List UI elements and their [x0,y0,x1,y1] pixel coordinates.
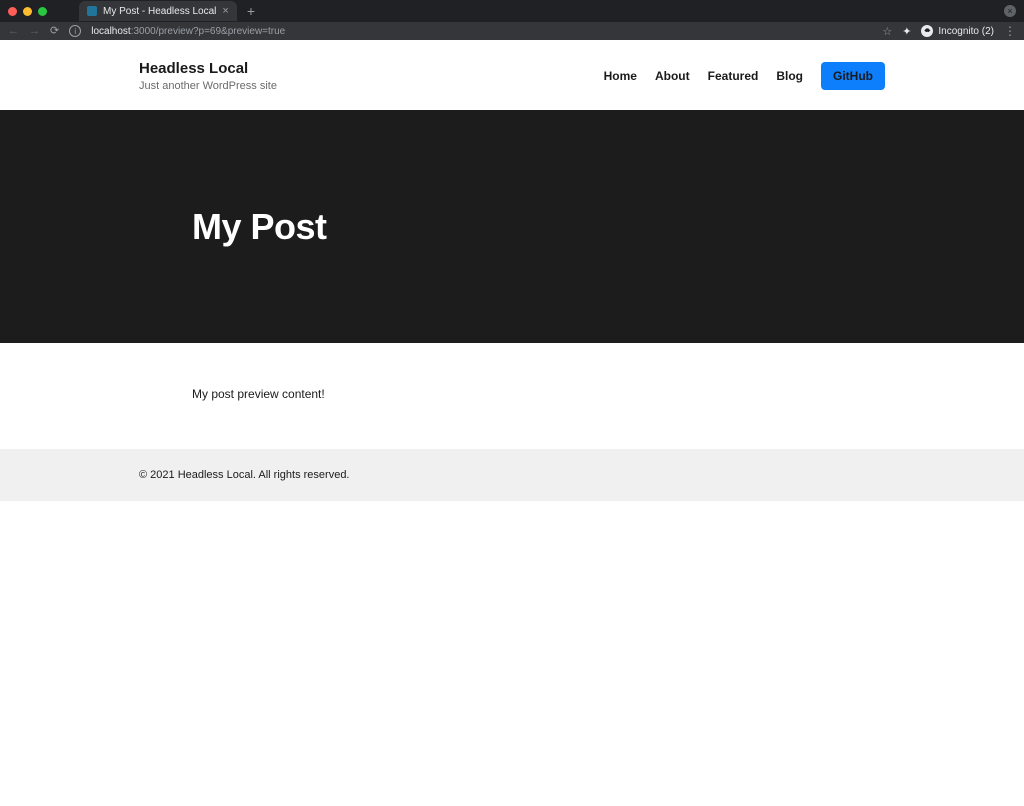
footer-copyright: © 2021 Headless Local. All rights reserv… [139,469,885,481]
incognito-label: Incognito (2) [938,26,994,37]
hero: My Post [0,110,1024,343]
browser-tab[interactable]: My Post - Headless Local × [79,1,237,21]
close-tab-icon[interactable]: × [222,6,228,17]
minimize-window-icon[interactable] [23,7,32,16]
close-window-icon[interactable] [8,7,17,16]
browser-toolbar: ← → ⟳ i localhost:3000/preview?p=69&prev… [0,22,1024,40]
address-host: localhost [91,26,130,37]
tab-overflow-icon[interactable]: × [1004,5,1016,17]
site-header: Headless Local Just another WordPress si… [0,40,1024,110]
nav-blog[interactable]: Blog [776,69,803,83]
nav-about[interactable]: About [655,69,690,83]
maximize-window-icon[interactable] [38,7,47,16]
site-footer: © 2021 Headless Local. All rights reserv… [0,449,1024,501]
site-tagline: Just another WordPress site [139,80,277,92]
new-tab-button[interactable]: + [247,4,255,18]
favicon-icon [87,6,97,16]
incognito-icon [921,25,933,37]
bookmark-icon[interactable]: ☆ [882,25,892,38]
page: Headless Local Just another WordPress si… [0,40,1024,501]
nav-github-button[interactable]: GitHub [821,62,885,90]
primary-nav: Home About Featured Blog GitHub [604,62,885,90]
forward-button[interactable]: → [29,26,40,37]
browser-chrome: My Post - Headless Local × + × ← → ⟳ i l… [0,0,1024,40]
post-body: My post preview content! [192,387,832,401]
reload-button[interactable]: ⟳ [50,26,59,37]
site-title[interactable]: Headless Local [139,60,277,77]
post-title: My Post [192,206,832,248]
tab-title: My Post - Headless Local [103,6,216,17]
address-bar[interactable]: localhost:3000/preview?p=69&preview=true [91,26,285,37]
nav-home[interactable]: Home [604,69,637,83]
incognito-indicator[interactable]: Incognito (2) [921,25,994,37]
post-content: My post preview content! [192,343,832,449]
menu-icon[interactable]: ⋮ [1004,24,1016,38]
branding: Headless Local Just another WordPress si… [139,60,277,92]
extensions-icon[interactable]: ✦ [902,25,911,38]
nav-featured[interactable]: Featured [708,69,759,83]
window-controls [8,7,47,16]
address-path: :3000/preview?p=69&preview=true [131,26,286,37]
site-info-icon[interactable]: i [69,25,81,37]
back-button[interactable]: ← [8,26,19,37]
tab-strip: My Post - Headless Local × + × [0,0,1024,22]
